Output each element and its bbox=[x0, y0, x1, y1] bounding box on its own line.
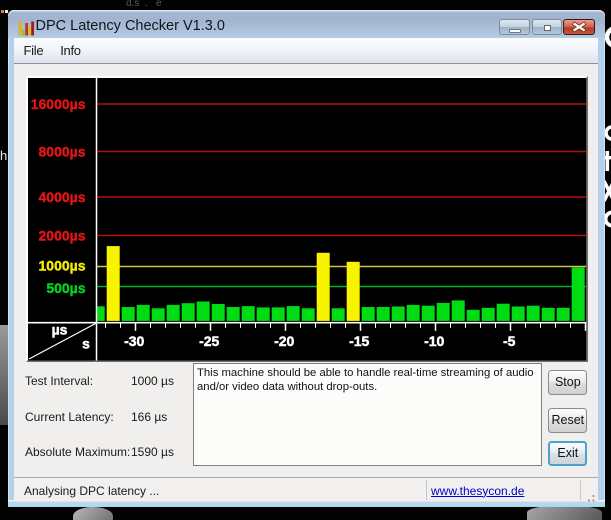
svg-text:4000µs: 4000µs bbox=[38, 189, 85, 205]
svg-text:-15: -15 bbox=[349, 332, 369, 348]
svg-text:500µs: 500µs bbox=[46, 279, 85, 295]
svg-text:2000µs: 2000µs bbox=[38, 227, 85, 243]
svg-text:-20: -20 bbox=[274, 332, 294, 348]
svg-text:µs: µs bbox=[51, 321, 67, 337]
svg-text:16000µs: 16000µs bbox=[30, 96, 85, 112]
svg-text:-30: -30 bbox=[124, 332, 144, 348]
svg-text:-25: -25 bbox=[199, 332, 219, 348]
svg-text:-5: -5 bbox=[502, 332, 515, 348]
svg-text:1000µs: 1000µs bbox=[38, 257, 85, 273]
svg-text:8000µs: 8000µs bbox=[38, 143, 85, 159]
svg-text:-10: -10 bbox=[424, 332, 444, 348]
svg-text:s: s bbox=[82, 335, 90, 351]
